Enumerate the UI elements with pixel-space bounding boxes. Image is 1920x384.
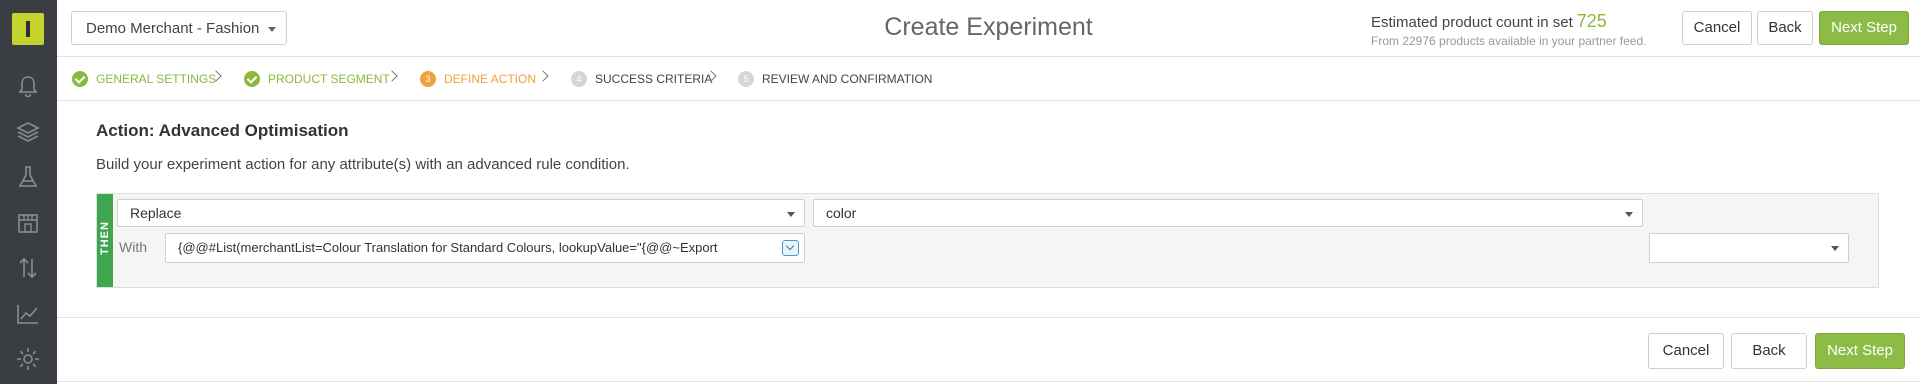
extra-select[interactable] <box>1649 233 1849 263</box>
divider <box>57 381 1920 382</box>
count-label: Estimated product count in set <box>1371 14 1573 31</box>
merchant-select[interactable]: Demo Merchant - Fashion <box>71 11 287 45</box>
count-value: 725 <box>1576 11 1607 31</box>
expand-icon[interactable] <box>782 240 799 256</box>
divider <box>57 317 1920 318</box>
count-sub: From 22976 products available in your pa… <box>1371 34 1647 48</box>
step-general-settings[interactable]: GENERAL SETTINGS <box>72 71 216 87</box>
then-bar: THEN <box>97 194 113 287</box>
chevron-down-icon <box>787 212 795 217</box>
step-review-confirmation[interactable]: 5 REVIEW AND CONFIRMATION <box>738 71 932 87</box>
gear-icon[interactable] <box>14 345 42 373</box>
with-value-text: {@@#List(merchantList=Colour Translation… <box>178 240 718 255</box>
logo[interactable] <box>12 13 44 45</box>
footer-cancel-button[interactable]: Cancel <box>1648 333 1724 369</box>
next-step-button[interactable]: Next Step <box>1819 11 1909 45</box>
store-icon[interactable] <box>14 209 42 237</box>
sort-arrows-icon[interactable] <box>14 254 42 282</box>
merchant-select-value: Demo Merchant - Fashion <box>86 20 260 37</box>
flask-icon[interactable] <box>14 163 42 191</box>
chevron-down-icon <box>1625 212 1633 217</box>
bell-icon[interactable] <box>14 72 42 100</box>
then-label: THEN <box>99 221 111 255</box>
action-title: Action: Advanced Optimisation <box>96 121 349 140</box>
count-line: Estimated product count in set 725 <box>1371 11 1647 32</box>
step-number: 4 <box>571 71 587 87</box>
step-label: GENERAL SETTINGS <box>96 72 217 86</box>
step-label: SUCCESS CRITERIA <box>595 72 713 86</box>
operation-select[interactable]: Replace <box>117 199 805 227</box>
step-define-action[interactable]: 3 DEFINE ACTION <box>420 71 536 87</box>
rule-box: THEN Replace color With {@@#List(merchan… <box>96 193 1879 288</box>
app-root: Demo Merchant - Fashion Create Experimen… <box>0 0 1920 384</box>
check-icon <box>244 71 260 87</box>
step-label: PRODUCT SEGMENT <box>268 72 390 86</box>
chevron-down-icon <box>268 27 276 32</box>
action-description: Build your experiment action for any att… <box>96 156 630 173</box>
step-label: DEFINE ACTION <box>444 72 537 86</box>
sidebar <box>0 0 57 384</box>
check-icon <box>72 71 88 87</box>
step-number: 5 <box>738 71 754 87</box>
footer-back-button[interactable]: Back <box>1731 333 1807 369</box>
cancel-button[interactable]: Cancel <box>1682 11 1752 45</box>
chevron-down-icon <box>1831 246 1839 251</box>
header: Demo Merchant - Fashion Create Experimen… <box>57 0 1920 57</box>
operation-select-value: Replace <box>130 205 182 221</box>
layers-icon[interactable] <box>14 118 42 146</box>
step-number: 3 <box>420 71 436 87</box>
product-count-block: Estimated product count in set 725 From 2… <box>1371 11 1647 48</box>
step-progress: GENERAL SETTINGS PRODUCT SEGMENT 3 DEFIN… <box>57 58 1920 101</box>
with-value-input[interactable]: {@@#List(merchantList=Colour Translation… <box>165 233 805 263</box>
step-product-segment[interactable]: PRODUCT SEGMENT <box>244 71 390 87</box>
attribute-select-value: color <box>826 205 857 221</box>
back-button[interactable]: Back <box>1757 11 1813 45</box>
chevron-right-icon <box>537 70 549 82</box>
footer-next-step-button[interactable]: Next Step <box>1815 333 1905 369</box>
chart-icon[interactable] <box>14 300 42 328</box>
step-success-criteria[interactable]: 4 SUCCESS CRITERIA <box>571 71 712 87</box>
with-label: With <box>119 239 147 255</box>
step-label: REVIEW AND CONFIRMATION <box>762 72 933 86</box>
attribute-select[interactable]: color <box>813 199 1643 227</box>
